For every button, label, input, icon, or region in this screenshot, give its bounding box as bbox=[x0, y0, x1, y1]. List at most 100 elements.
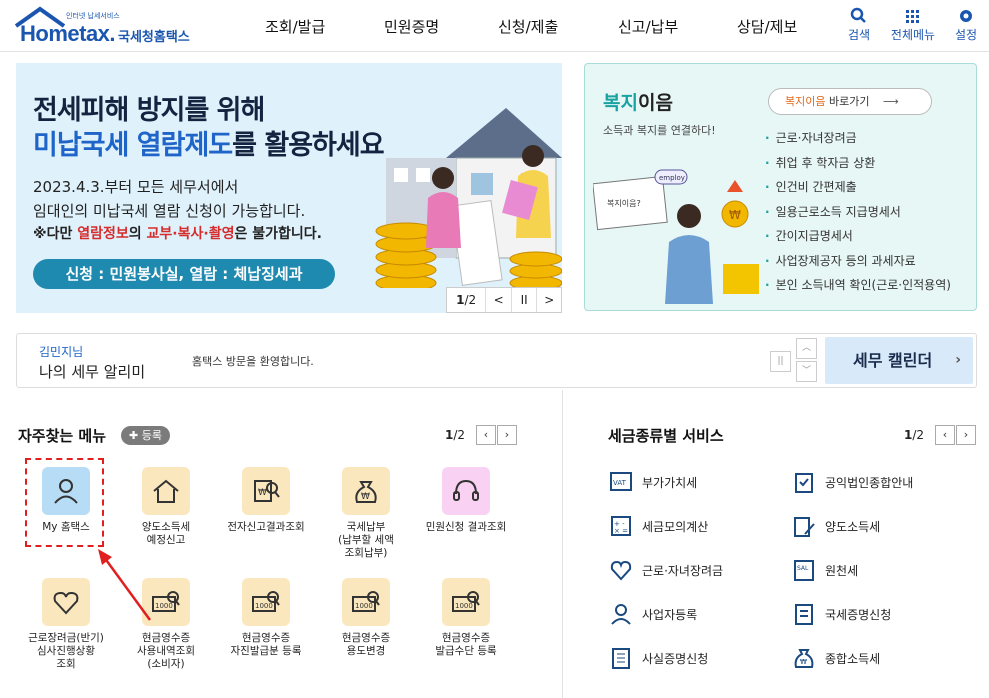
tax-calendar-button[interactable]: 세무 캘린더 › bbox=[825, 337, 973, 384]
menu-tile[interactable]: ₩ 국세납부 (납부할 세액 조회납부) bbox=[316, 467, 416, 560]
frequent-pager: 1/2 bbox=[445, 428, 466, 442]
tax-service-item[interactable]: ₩ 종합소득세 bbox=[792, 646, 962, 670]
hometax-logo[interactable]: 인터넷 납세서비스 Hometax. 국세청홈택스 bbox=[14, 4, 204, 48]
tax-service-item[interactable]: 근로·자녀장려금 bbox=[609, 558, 779, 582]
tax-service-item[interactable]: 사업자등록 bbox=[609, 602, 779, 626]
menu-tile[interactable]: ₩ 전자신고결과조회 bbox=[216, 467, 316, 534]
search-button[interactable]: 검색 bbox=[838, 6, 880, 43]
tax-service-item[interactable]: SAL 원천세 bbox=[792, 558, 962, 582]
welfare-item[interactable]: 간이지급명세서 bbox=[765, 224, 951, 249]
tax-service-item[interactable]: + - × = 세금모의계산 bbox=[609, 514, 779, 538]
banner-prev-button[interactable]: < bbox=[486, 288, 512, 312]
welfare-panel: 복지이음 소득과 복지를 연결하다! 복지이음 바로가기 ⟶ 복지이음? emp… bbox=[584, 63, 977, 311]
nav-lookup[interactable]: 조회/발급 bbox=[265, 16, 325, 37]
menu-tile-label: 현금영수증 발급수단 등록 bbox=[435, 632, 497, 657]
notifier-up-button[interactable]: ︿ bbox=[796, 338, 817, 359]
all-menu-button[interactable]: 전체메뉴 bbox=[885, 6, 941, 43]
nav-certificate[interactable]: 민원증명 bbox=[384, 16, 439, 37]
notifier-pause-button[interactable]: || bbox=[770, 351, 791, 372]
menu-tile-label: 현금영수증 용도변경 bbox=[341, 632, 391, 657]
all-menu-label: 전체메뉴 bbox=[890, 28, 936, 42]
menu-tile[interactable]: 민원신청 결과조회 bbox=[416, 467, 516, 534]
tax-service-item[interactable]: 양도소득세 bbox=[792, 514, 962, 538]
frequent-prev-button[interactable]: ‹ bbox=[476, 425, 496, 445]
tax-notifier-bar: 김민지님 나의 세무 알리미 홈택스 방문을 환영합니다. || ︿ ﹀ 세무 … bbox=[16, 333, 977, 388]
menu-tile[interactable]: 1000 현금영수증 발급수단 등록 bbox=[416, 578, 516, 658]
menu-tile-label: 민원신청 결과조회 bbox=[425, 521, 507, 533]
welfare-card-text: 복지이음? bbox=[607, 198, 641, 208]
welfare-item[interactable]: 사업장제공자 등의 과세자료 bbox=[765, 249, 951, 274]
welfare-item[interactable]: 일용근로소득 지급명세서 bbox=[765, 200, 951, 225]
logo-wordmark: Hometax. bbox=[20, 21, 116, 46]
notifier-title[interactable]: 나의 세무 알리미 bbox=[39, 361, 145, 382]
svg-text:1000: 1000 bbox=[255, 602, 273, 610]
user-name: 김민지님 bbox=[39, 345, 84, 359]
welfare-item[interactable]: 취업 후 학자금 상환 bbox=[765, 151, 951, 176]
nav-consult[interactable]: 상담/제보 bbox=[737, 16, 797, 37]
tax-service-label: 부가가치세 bbox=[642, 476, 698, 490]
nav-filing[interactable]: 신고/납부 bbox=[618, 16, 678, 37]
annotation-arrow-icon bbox=[98, 549, 152, 621]
register-menu-button[interactable]: ✚ 등록 bbox=[121, 426, 170, 445]
person-icon bbox=[611, 604, 631, 625]
banner-pill: 신청 : 민원봉사실, 열람 : 체납징세과 bbox=[33, 259, 335, 289]
svg-text:₩: ₩ bbox=[361, 492, 370, 502]
settings-button[interactable]: 설정 bbox=[945, 6, 987, 43]
tax-service-item[interactable]: VAT 부가가치세 bbox=[609, 470, 779, 494]
tax-service-label: 사업자등록 bbox=[642, 608, 698, 622]
svg-text:1000: 1000 bbox=[455, 602, 473, 610]
banner-title-line1: 전세피해 방지를 위해 bbox=[33, 95, 265, 126]
svg-text:VAT: VAT bbox=[613, 479, 627, 487]
heart-icon bbox=[610, 560, 632, 581]
main-banner[interactable]: 전세피해 방지를 위해 미납국세 열람제도를 활용하세요 2023.4.3.부터… bbox=[16, 63, 562, 313]
gear-icon bbox=[960, 10, 972, 22]
tax-service-label: 원천세 bbox=[825, 564, 859, 578]
money-bag-icon: ₩ bbox=[342, 467, 390, 515]
menu-tile-label: 양도소득세 예정신고 bbox=[141, 521, 191, 546]
search-icon bbox=[850, 7, 866, 23]
menu-tile-label: 현금영수증 자진발급분 등록 bbox=[230, 632, 302, 657]
house-icon bbox=[142, 467, 190, 515]
banner-next-button[interactable]: > bbox=[537, 288, 561, 312]
menu-tile[interactable]: 양도소득세 예정신고 bbox=[116, 467, 216, 547]
tax-prev-button[interactable]: ‹ bbox=[935, 425, 955, 445]
menu-tile-label: 근로장려금(반기) 심사진행상황 조회 bbox=[28, 632, 104, 670]
welfare-shortcut-button[interactable]: 복지이음 바로가기 ⟶ bbox=[768, 88, 932, 115]
svg-text:× =: × = bbox=[614, 527, 628, 535]
banner-desc-3: ※다만 열람정보의 교부·복사·촬영은 불가합니다. bbox=[33, 226, 322, 242]
notifier-message: 홈택스 방문을 환영합니다. bbox=[192, 355, 314, 368]
welfare-item[interactable]: 본인 소득내역 확인(근로·인적용역) bbox=[765, 273, 951, 298]
clipboard-icon bbox=[795, 473, 813, 493]
banner-illustration bbox=[375, 108, 562, 288]
tax-service-item[interactable]: 공익법인종합안내 bbox=[792, 470, 962, 494]
tax-service-label: 근로·자녀장려금 bbox=[642, 564, 724, 578]
nav-application[interactable]: 신청/제출 bbox=[498, 16, 558, 37]
frequent-menu-title: 자주찾는 메뉴 bbox=[18, 427, 107, 445]
welfare-item[interactable]: 인건비 간편제출 bbox=[765, 175, 951, 200]
tax-service-label: 국세증명신청 bbox=[825, 608, 892, 622]
banner-desc-1: 2023.4.3.부터 모든 세무서에서 bbox=[33, 178, 239, 196]
welfare-title: 복지이음 bbox=[603, 92, 673, 114]
menu-tile[interactable]: 1000 현금영수증 자진발급분 등록 bbox=[216, 578, 316, 658]
logo-subtitle: 국세청홈택스 bbox=[118, 30, 190, 45]
tax-service-item[interactable]: 사실증명신청 bbox=[609, 646, 779, 670]
calculator-icon: + -× = bbox=[611, 516, 631, 536]
notifier-down-button[interactable]: ﹀ bbox=[796, 361, 817, 382]
frequent-next-button[interactable]: › bbox=[497, 425, 517, 445]
welfare-tag-text: employ bbox=[659, 174, 685, 182]
plus-icon: ✚ bbox=[129, 429, 142, 442]
receipt-icon: 1000 bbox=[342, 578, 390, 626]
payslip-icon: SAL bbox=[794, 560, 814, 581]
welfare-item[interactable]: 근로·자녀장려금 bbox=[765, 126, 951, 151]
tax-service-item[interactable]: 국세증명신청 bbox=[792, 602, 962, 626]
list-doc-icon bbox=[612, 648, 630, 669]
header: 인터넷 납세서비스 Hometax. 국세청홈택스 조회/발급 민원증명 신청/… bbox=[0, 0, 989, 52]
tax-next-button[interactable]: › bbox=[956, 425, 976, 445]
svg-text:₩: ₩ bbox=[729, 208, 741, 222]
menu-tile[interactable]: 1000 현금영수증 용도변경 bbox=[316, 578, 416, 658]
banner-pause-button[interactable]: II bbox=[512, 288, 538, 312]
banner-controls: 1/2 < II > bbox=[446, 287, 562, 313]
tax-service-label: 양도소득세 bbox=[825, 520, 881, 534]
menu-tile-label: 국세납부 (납부할 세액 조회납부) bbox=[338, 521, 394, 559]
banner-page-indicator: 1/2 bbox=[447, 288, 487, 312]
